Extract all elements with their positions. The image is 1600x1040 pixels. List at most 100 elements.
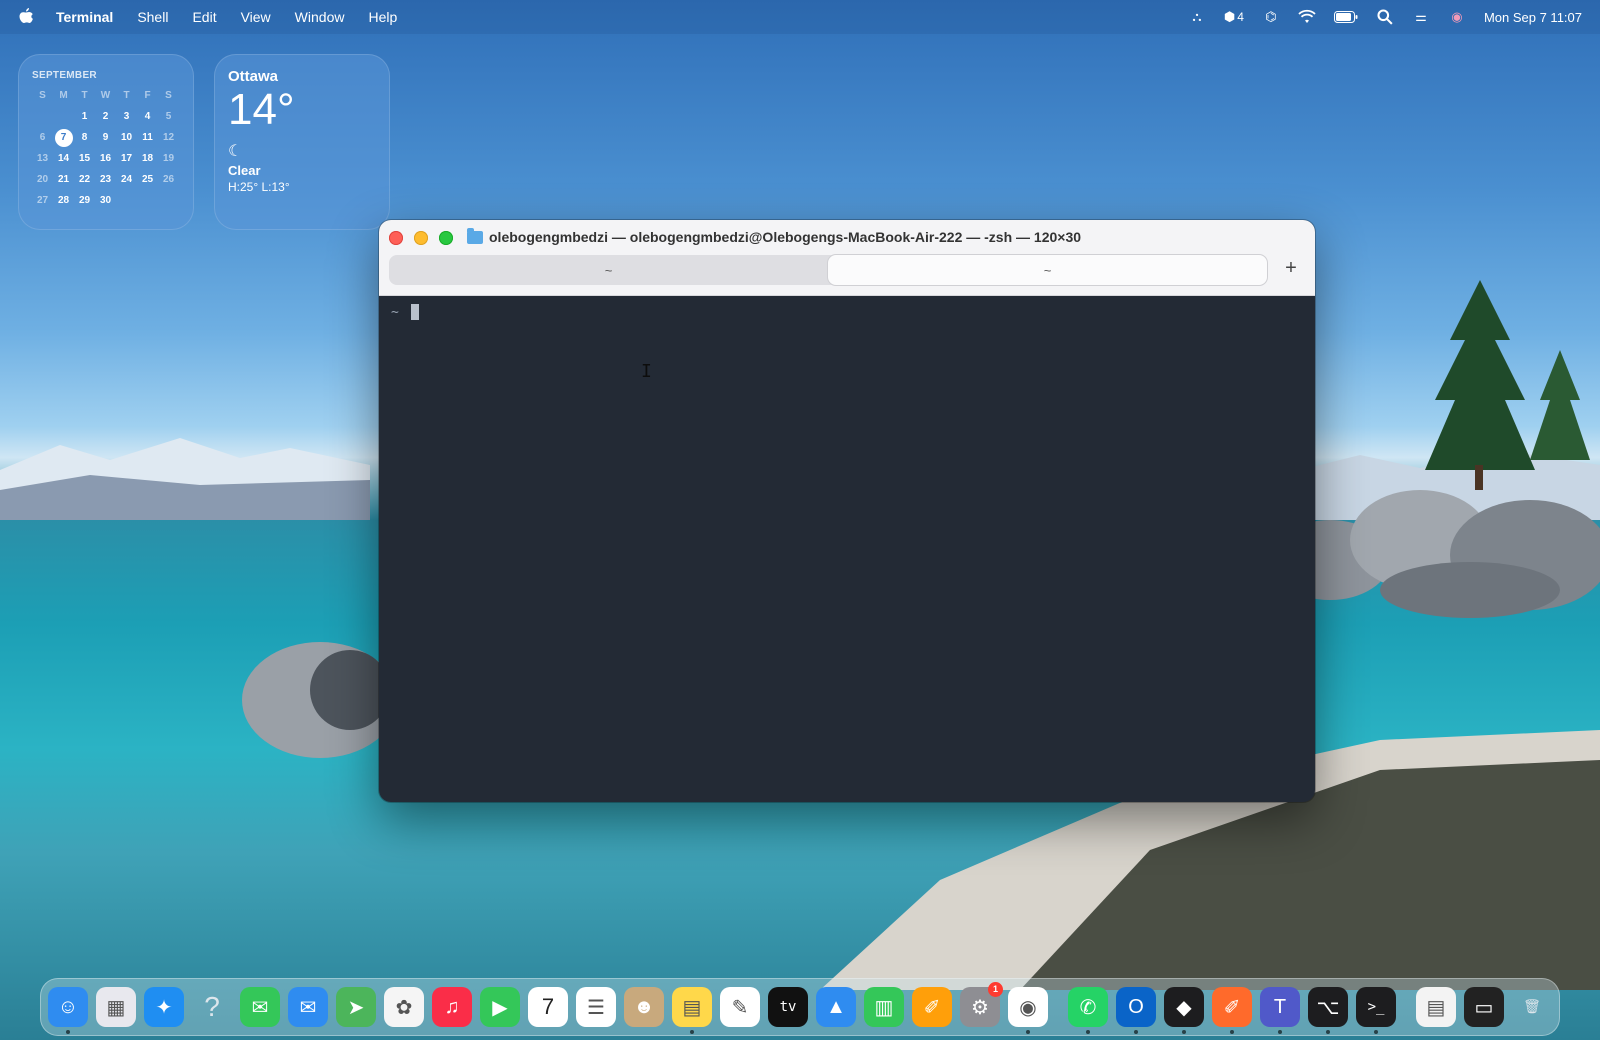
calendar-day: 23 bbox=[99, 174, 112, 185]
calendar-day: 11 bbox=[142, 132, 153, 143]
close-window-button[interactable] bbox=[389, 231, 403, 245]
dock-calendar-icon[interactable]: 7 bbox=[528, 987, 568, 1027]
menu-app-name[interactable]: Terminal bbox=[56, 9, 113, 25]
weather-condition: Clear bbox=[228, 163, 261, 178]
dock-freeform-icon[interactable]: ✎ bbox=[720, 987, 760, 1027]
dock-pages-icon[interactable]: ✐ bbox=[912, 987, 952, 1027]
zoom-window-button[interactable] bbox=[439, 231, 453, 245]
ibeam-pointer-icon: I bbox=[641, 361, 652, 382]
minimize-window-button[interactable] bbox=[414, 231, 428, 245]
calendar-day: 10 bbox=[120, 132, 133, 143]
dock-github-desktop-icon[interactable]: ⌥ bbox=[1308, 987, 1348, 1034]
dock-glyph: ✐ bbox=[923, 996, 941, 1019]
dock-mail-icon[interactable]: ✉ bbox=[288, 987, 328, 1027]
dock-glyph: ▶ bbox=[492, 996, 508, 1019]
dock-trash-icon[interactable]: 🗑 bbox=[1512, 987, 1552, 1027]
dock-help-icon[interactable]: ? bbox=[192, 987, 232, 1027]
calendar-day: 20 bbox=[36, 174, 49, 185]
menu-edit[interactable]: Edit bbox=[192, 9, 216, 25]
calendar-day: 16 bbox=[99, 153, 112, 164]
text-cursor bbox=[410, 304, 419, 320]
weather-widget[interactable]: Ottawa 14° ☾ Clear H:25° L:13° bbox=[214, 54, 390, 230]
dock-teams-icon[interactable]: T bbox=[1260, 987, 1300, 1034]
dock-music-icon[interactable]: ♫ bbox=[432, 987, 472, 1027]
dock-notes-icon[interactable]: ▤ bbox=[672, 987, 712, 1034]
tab-bar: ~ ~ bbox=[389, 255, 1267, 285]
dock: ☺ ▦ ✦? ✉ ✉ ➤ ✿ ♫ ▶ 7 ☰ ☻ ▤ ✎ tv ▲ ▥ ✐ ⚙ 1 ◉ ✆ O ◆ ✐ T ⌥ >_ ▤ ▭ 🗑 bbox=[40, 978, 1560, 1036]
calendar-day: 28 bbox=[57, 195, 70, 206]
teams-status-icon[interactable]: ⛬ bbox=[1188, 9, 1206, 25]
calendar-day bbox=[53, 108, 74, 126]
pine-trees bbox=[1425, 280, 1590, 490]
window-titlebar[interactable]: olebogengmbedzi — olebogengmbedzi@Olebog… bbox=[379, 220, 1315, 296]
calendar-day: 29 bbox=[78, 195, 91, 206]
running-indicator bbox=[1374, 1030, 1378, 1034]
dock-document-preview-icon[interactable]: ▤ bbox=[1416, 987, 1456, 1027]
calendar-day: 7 bbox=[54, 129, 73, 147]
spotlight-search-icon[interactable] bbox=[1376, 9, 1394, 25]
menu-window[interactable]: Window bbox=[295, 9, 345, 25]
calendar-month: SEPTEMBER bbox=[32, 70, 97, 81]
control-center-icon[interactable]: ⚌ bbox=[1412, 9, 1430, 25]
dock-glyph: ✎ bbox=[731, 996, 749, 1019]
terminal-window[interactable]: olebogengmbedzi — olebogengmbedzi@Olebog… bbox=[379, 220, 1315, 802]
tab-2[interactable]: ~ bbox=[828, 255, 1267, 285]
dock-contacts-icon[interactable]: ☻ bbox=[624, 987, 664, 1027]
dock-reminders-icon[interactable]: ☰ bbox=[576, 987, 616, 1027]
calendar-day: 24 bbox=[120, 174, 133, 185]
wifi-icon[interactable] bbox=[1298, 9, 1316, 25]
dock-recent-window-icon[interactable]: ▭ bbox=[1464, 987, 1504, 1027]
battery-icon[interactable] bbox=[1333, 9, 1358, 25]
calendar-day: 12 bbox=[162, 132, 175, 143]
menubar-clock[interactable]: Mon Sep 7 11:07 bbox=[1484, 10, 1582, 25]
dock-numbers-icon[interactable]: ▥ bbox=[864, 987, 904, 1027]
calendar-day: 15 bbox=[78, 153, 91, 164]
dock-chrome-icon[interactable]: ◉ bbox=[1008, 987, 1048, 1034]
cloud-sync-icon[interactable]: ⌬ bbox=[1262, 9, 1280, 25]
menu-help[interactable]: Help bbox=[368, 9, 397, 25]
dock-glyph: O bbox=[1128, 995, 1144, 1018]
dock-apple-tv-icon[interactable]: tv bbox=[768, 987, 808, 1027]
dock-facetime-icon[interactable]: ▶ bbox=[480, 987, 520, 1027]
dock-glyph: ▤ bbox=[682, 996, 702, 1019]
dock-swift-playgrounds-icon[interactable]: ✐ bbox=[1212, 987, 1252, 1034]
dock-system-settings-icon[interactable]: ⚙ 1 bbox=[960, 982, 1003, 1027]
shore-rocks bbox=[1270, 490, 1600, 618]
menu-shell[interactable]: Shell bbox=[137, 9, 168, 25]
siri-icon[interactable]: ◉ bbox=[1448, 9, 1466, 25]
weekday-label: T bbox=[81, 90, 88, 101]
dock-glyph: ✦ bbox=[155, 996, 173, 1019]
dock-whatsapp-icon[interactable]: ✆ bbox=[1068, 987, 1108, 1034]
running-indicator bbox=[1026, 1030, 1030, 1034]
running-indicator bbox=[1278, 1030, 1282, 1034]
dock-glyph: >_ bbox=[1367, 999, 1385, 1015]
calendar-day: 26 bbox=[162, 174, 175, 185]
dock-outlook-icon[interactable]: O bbox=[1116, 987, 1156, 1034]
calendar-day bbox=[116, 192, 137, 210]
menu-view[interactable]: View bbox=[241, 9, 271, 25]
dock-keynote-icon[interactable]: ▲ bbox=[816, 987, 856, 1027]
tab-1[interactable]: ~ bbox=[389, 255, 828, 285]
calendar-day: 4 bbox=[144, 111, 151, 122]
dock-photos-icon[interactable]: ✿ bbox=[384, 987, 424, 1027]
dock-messages-icon[interactable]: ✉ bbox=[240, 987, 280, 1027]
weekday-label: M bbox=[59, 90, 68, 101]
calendar-day: 5 bbox=[165, 111, 172, 122]
folder-icon bbox=[467, 227, 483, 244]
weekday-label: S bbox=[165, 90, 172, 101]
weekday-label: S bbox=[39, 90, 46, 101]
dock-cursor-icon[interactable]: ◆ bbox=[1164, 987, 1204, 1034]
new-tab-button[interactable]: + bbox=[1279, 257, 1303, 280]
terminal-content[interactable]: ~ I bbox=[379, 296, 1315, 802]
dock-maps-icon[interactable]: ➤ bbox=[336, 987, 376, 1027]
dock-terminal-icon[interactable]: >_ bbox=[1356, 987, 1396, 1034]
dock-glyph: ✐ bbox=[1223, 996, 1241, 1019]
dock-finder-icon[interactable]: ☺ bbox=[48, 987, 88, 1034]
calendar-day: 1 bbox=[81, 111, 88, 122]
extensions-icon[interactable]: ⬢ 4 bbox=[1224, 9, 1244, 25]
dock-safari-icon[interactable]: ✦ bbox=[144, 987, 184, 1027]
apple-logo-icon[interactable] bbox=[18, 8, 34, 26]
calendar-widget[interactable]: SEPTEMBER S M T W T F S 1 2 3 4 5 6 7 8 9 10 11 12 13 14 15 16… bbox=[18, 54, 194, 230]
extensions-count: 4 bbox=[1237, 10, 1244, 24]
dock-launchpad-icon[interactable]: ▦ bbox=[96, 987, 136, 1027]
